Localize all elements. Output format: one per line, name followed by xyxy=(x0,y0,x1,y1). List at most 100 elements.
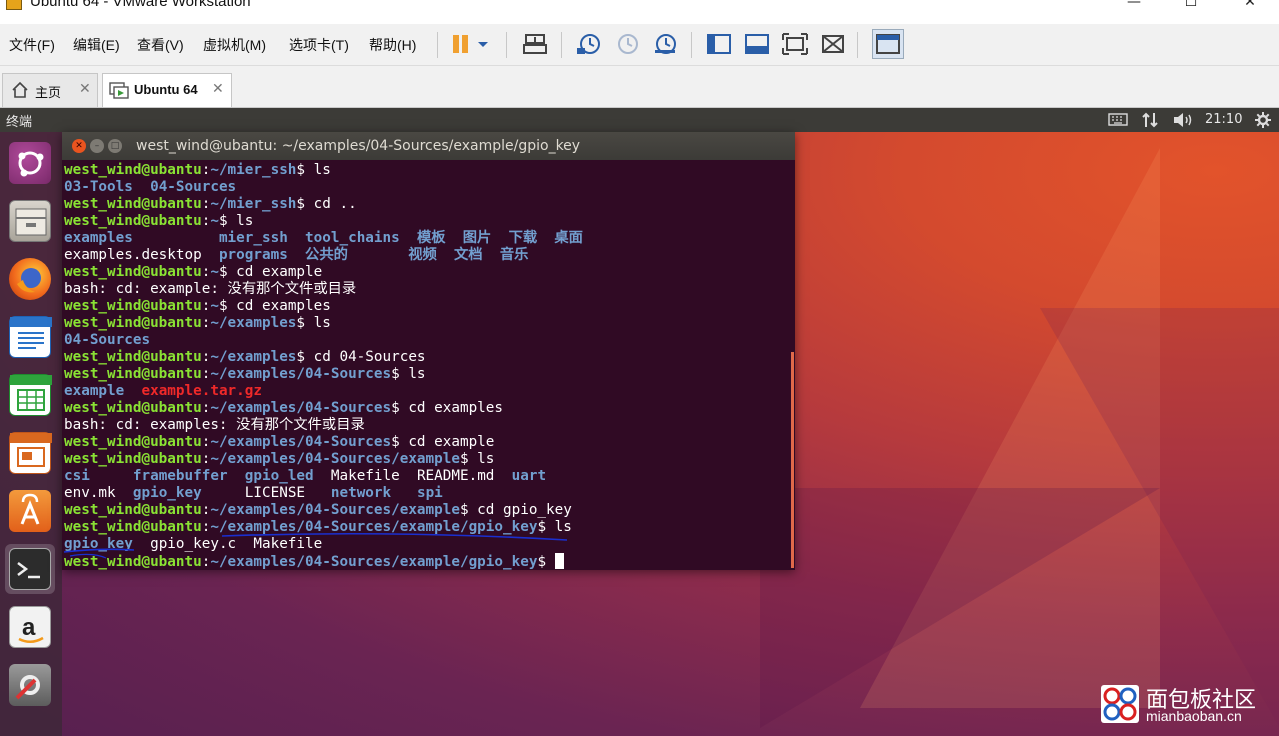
terminal-line: west_wind@ubantu:~/examples/04-Sources$ … xyxy=(64,434,790,451)
terminal-line: west_wind@ubantu:~/examples/04-Sources/e… xyxy=(64,553,790,570)
terminal-line: 03-Tools 04-Sources xyxy=(64,179,790,196)
menu-vm[interactable]: 虚拟机(M) xyxy=(203,35,266,55)
terminal-text-segment: west_wind@ubantu xyxy=(64,519,202,535)
snapshot-revert-icon[interactable] xyxy=(613,32,641,56)
vmware-app-icon xyxy=(6,0,22,10)
terminal-text-segment: west_wind@ubantu xyxy=(64,349,202,365)
writer-icon[interactable] xyxy=(5,312,55,362)
terminal-text-segment: ~/examples xyxy=(210,349,297,365)
terminal-text-segment: west_wind@ubantu xyxy=(64,162,202,178)
vm-guest-display[interactable]: 终端 21:10 a ✕ – □ west_wind@ubantu: ~/exa… xyxy=(0,108,1279,736)
terminal-text-segment: env.mk xyxy=(64,485,116,501)
terminal-text-segment: csi xyxy=(64,468,90,484)
terminal-text-segment: uart xyxy=(511,468,547,484)
menu-help[interactable]: 帮助(H) xyxy=(369,35,416,55)
terminal-line: csi framebuffer gpio_led Makefile README… xyxy=(64,468,790,485)
terminal-line: west_wind@ubantu:~/mier_ssh$ ls xyxy=(64,162,790,179)
toolbar-separator xyxy=(857,32,858,58)
unity-icon[interactable] xyxy=(819,32,847,56)
system-settings-icon[interactable] xyxy=(5,660,55,710)
tab-ubuntu-64[interactable]: Ubuntu 64 ✕ xyxy=(102,73,232,107)
terminal-text-segment: ~/examples/04-Sources xyxy=(210,366,392,382)
terminal-text-segment: $ cd .. xyxy=(296,196,357,212)
terminal-output[interactable]: west_wind@ubantu:~/mier_ssh$ ls 03-Tools … xyxy=(64,162,790,570)
impress-icon[interactable] xyxy=(5,428,55,478)
volume-icon[interactable] xyxy=(1172,111,1194,133)
terminal-icon[interactable] xyxy=(5,544,55,594)
minimize-button[interactable]: — xyxy=(1111,0,1157,14)
vm-icon xyxy=(109,81,129,99)
terminal-text-segment: LICENSE xyxy=(201,485,331,501)
close-tab-icon[interactable]: ✕ xyxy=(79,81,91,97)
full-screen-icon[interactable] xyxy=(781,32,809,56)
menu-edit[interactable]: 编辑(E) xyxy=(73,35,120,55)
terminal-titlebar[interactable]: ✕ – □ west_wind@ubantu: ~/examples/04-So… xyxy=(62,132,795,160)
terminal-text-segment: $ ls xyxy=(537,519,572,535)
home-icon xyxy=(11,81,29,99)
watermark: 面包板社区 mianbaoban.cn xyxy=(1100,682,1270,726)
software-center-icon[interactable] xyxy=(5,486,55,536)
pause-icon[interactable] xyxy=(447,32,475,56)
terminal-scrollbar[interactable] xyxy=(791,352,794,568)
terminal-text-segment: ~/examples/04-Sources/example/gpio_key xyxy=(210,554,538,570)
terminal-line: west_wind@ubantu:~/mier_ssh$ cd .. xyxy=(64,196,790,213)
terminal-text-segment: $ cd examples xyxy=(218,298,331,314)
close-tab-icon[interactable]: ✕ xyxy=(212,81,224,97)
terminal-window[interactable]: ✕ – □ west_wind@ubantu: ~/examples/04-So… xyxy=(62,132,795,570)
panel-clock[interactable]: 21:10 xyxy=(1205,112,1242,127)
sidebar-icon[interactable] xyxy=(705,32,733,56)
terminal-line: west_wind@ubantu:~/examples/04-Sources$ … xyxy=(64,366,790,383)
terminal-text-segment: $ ls xyxy=(391,366,426,382)
terminal-text-segment: example.tar.gz xyxy=(141,383,262,399)
toolbar-separator xyxy=(506,32,507,58)
terminal-line: 04-Sources xyxy=(64,332,790,349)
terminal-text-segment: west_wind@ubantu xyxy=(64,451,202,467)
amazon-icon[interactable]: a xyxy=(5,602,55,652)
terminal-minimize-button[interactable]: – xyxy=(90,139,104,153)
settings-icon[interactable] xyxy=(1254,111,1272,133)
terminal-text-segment: west_wind@ubantu xyxy=(64,554,202,570)
keyboard-icon[interactable] xyxy=(1108,111,1128,131)
terminal-text-segment: 04-Sources xyxy=(150,179,237,195)
firefox-icon[interactable] xyxy=(5,254,55,304)
close-window-button[interactable]: ✕ xyxy=(1227,0,1273,14)
network-icon[interactable] xyxy=(1141,111,1159,133)
menu-toolbar: 文件(F) 编辑(E) 查看(V) 虚拟机(M) 选项卡(T) 帮助(H) xyxy=(0,24,1279,66)
terminal-text-segment: 下载 xyxy=(508,230,538,246)
menu-file[interactable]: 文件(F) xyxy=(9,35,55,55)
terminal-text-segment: gpio_key.c Makefile xyxy=(132,536,323,552)
terminal-line: west_wind@ubantu:~/examples/04-Sources$ … xyxy=(64,400,790,417)
snapshot-take-icon[interactable] xyxy=(575,32,603,56)
ubuntu-dash-icon[interactable] xyxy=(5,138,55,188)
terminal-text-segment: west_wind@ubantu xyxy=(64,400,202,416)
thumbnail-view-icon[interactable] xyxy=(872,29,904,59)
terminal-text-segment: examples xyxy=(64,230,133,246)
dropdown-icon[interactable] xyxy=(474,32,492,56)
tab-home[interactable]: 主页 ✕ xyxy=(2,73,98,107)
send-ctrl-alt-del-icon[interactable] xyxy=(521,32,549,56)
terminal-close-button[interactable]: ✕ xyxy=(72,139,86,153)
menu-tabs[interactable]: 选项卡(T) xyxy=(289,35,349,55)
menu-view[interactable]: 查看(V) xyxy=(137,35,184,55)
terminal-text-segment: ~ xyxy=(210,213,219,229)
files-icon[interactable] xyxy=(5,196,55,246)
snapshot-manager-icon[interactable] xyxy=(651,32,679,56)
terminal-text-segment: 公共的 xyxy=(305,247,348,263)
calc-icon[interactable] xyxy=(5,370,55,420)
terminal-text-segment: framebuffer xyxy=(132,468,228,484)
maximize-button[interactable]: ☐ xyxy=(1168,0,1214,14)
terminal-line: west_wind@ubantu:~/examples/04-Sources/e… xyxy=(64,502,790,519)
terminal-text-segment: west_wind@ubantu xyxy=(64,315,202,331)
console-view-icon[interactable] xyxy=(743,32,771,56)
terminal-text-segment: 图片 xyxy=(462,230,492,246)
terminal-text-segment: ~/mier_ssh xyxy=(210,162,297,178)
terminal-maximize-button[interactable]: □ xyxy=(108,139,122,153)
watermark-url: mianbaoban.cn xyxy=(1146,708,1242,724)
